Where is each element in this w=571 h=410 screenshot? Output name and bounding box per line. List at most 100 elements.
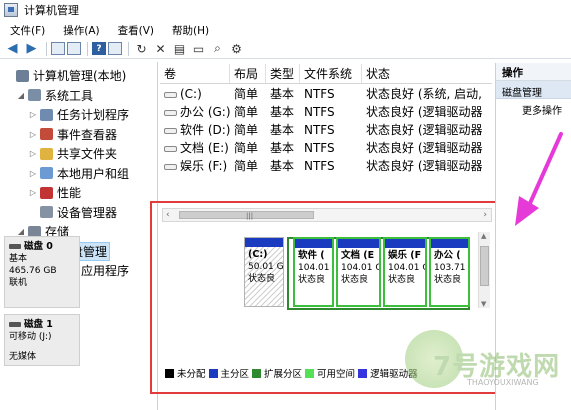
column-filesystem[interactable]: 文件系统 (300, 64, 362, 83)
legend-label: 可用空间 (317, 369, 356, 380)
volume-cell-status: 状态良好 (系统, 启动, (362, 85, 490, 103)
menu-view[interactable]: 查看(V) (108, 23, 162, 38)
partition-software[interactable]: 软件 (104.01 (状态良 (293, 237, 334, 307)
disk-1-state: 无媒体 (9, 352, 37, 362)
shared-folder-icon (40, 147, 53, 160)
expander-icon[interactable]: ▷ (28, 110, 38, 119)
column-type[interactable]: 类型 (266, 64, 300, 83)
show-hide-tree-icon[interactable] (67, 42, 81, 55)
volume-layout-text: 简单 (234, 141, 259, 155)
partition-name: 软件 ( (298, 250, 325, 261)
disk-icon (9, 322, 21, 327)
expander-icon[interactable]: ▷ (28, 130, 38, 139)
horizontal-scrollbar[interactable]: ‹ ||| › (162, 208, 492, 222)
forward-arrow-icon[interactable]: ▶ (23, 41, 40, 56)
legend-label: 扩展分区 (264, 369, 303, 380)
legend-swatch (165, 368, 174, 378)
disk-1-info[interactable]: 磁盘 1 可移动 (J:) 无媒体 (4, 314, 80, 366)
tree-item-3[interactable]: ▷ 事件查看器 (0, 125, 157, 145)
legend-swatch (305, 368, 315, 378)
scroll-up-icon[interactable]: ▲ (481, 232, 486, 240)
partition-entertainment[interactable]: 娱乐 (F 104.01 G 状态良 (383, 237, 427, 307)
tree-item-label: 共享文件夹 (57, 147, 118, 162)
partition-status: 状态良 (298, 275, 326, 285)
disk-map-vertical-scrollbar[interactable]: ▲ ▼ (478, 232, 490, 308)
volume-cell-fs: NTFS (300, 121, 362, 139)
delete-icon[interactable]: ✕ (152, 41, 169, 56)
up-folder-icon[interactable] (51, 42, 65, 55)
menu-file[interactable]: 文件(F) (0, 23, 53, 38)
tree-item-2[interactable]: ▷ 任务计划程序 (0, 105, 157, 125)
volume-row[interactable]: (C:) 简单 基本 NTFS 状态良好 (系统, 启动, (160, 85, 490, 103)
tree-item-6[interactable]: ▷ 性能 (0, 183, 157, 203)
back-arrow-icon[interactable]: ◀ (4, 41, 21, 56)
volume-status-text: 状态良好 (逻辑驱动器 (366, 105, 483, 119)
expander-icon[interactable]: ◢ (16, 91, 26, 100)
volume-cell-status: 状态良好 (逻辑驱动器 (362, 157, 490, 175)
partition-size: 104.01 G (388, 263, 425, 273)
more-actions-item[interactable]: 更多操作 (496, 99, 571, 120)
tree-item-4[interactable]: ▷ 共享文件夹 (0, 144, 157, 164)
scrollbar-thumb[interactable]: ||| (179, 211, 314, 220)
help-icon[interactable]: ? (92, 42, 106, 55)
tree-item-0[interactable]: 计算机管理(本地) (0, 66, 157, 86)
menu-help[interactable]: 帮助(H) (162, 23, 217, 38)
scroll-right-icon[interactable]: › (483, 209, 487, 221)
expander-icon[interactable]: ▷ (28, 169, 38, 178)
refresh-icon[interactable]: ↻ (133, 41, 150, 56)
scroll-down-icon[interactable]: ▼ (481, 300, 486, 308)
search-icon[interactable]: ⌕ (209, 41, 226, 56)
properties-icon[interactable]: ▤ (171, 41, 188, 56)
expander-icon[interactable]: ▷ (28, 188, 38, 197)
volume-cell-fs: NTFS (300, 103, 362, 121)
column-status[interactable]: 状态 (362, 64, 492, 83)
column-volume[interactable]: 卷 (160, 64, 230, 83)
tree-item-5[interactable]: ▷ 本地用户和组 (0, 164, 157, 184)
scrollbar-thumb[interactable] (480, 246, 489, 286)
volume-row[interactable]: 娱乐 (F:) 简单 基本 NTFS 状态良好 (逻辑驱动器 (160, 157, 490, 175)
tree-item-label: 事件查看器 (57, 127, 118, 142)
expander-icon[interactable]: ▷ (28, 149, 38, 158)
legend-label: 未分配 (177, 369, 206, 380)
settings-icon[interactable]: ⚙ (228, 41, 245, 56)
device-manager-icon (40, 206, 53, 219)
disk-1-name: 磁盘 1 (24, 319, 53, 330)
tree-item-label: 设备管理器 (57, 205, 118, 220)
volume-row[interactable]: 办公 (G:) 简单 基本 NTFS 状态良好 (逻辑驱动器 (160, 103, 490, 121)
tree-item-1[interactable]: ◢ 系统工具 (0, 86, 157, 106)
volume-type-text: 基本 (270, 159, 295, 173)
partition-legend: 未分配 主分区 扩展分区 可用空间 逻辑驱动器 (162, 366, 418, 380)
volume-name-text: 文档 (E:) (180, 141, 229, 155)
tree-item-label: 性能 (57, 186, 82, 201)
partition-documents[interactable]: 文档 (E 104.01 G 状态良 (336, 237, 381, 307)
scroll-left-icon[interactable]: ‹ (166, 209, 170, 221)
volume-cell-type: 基本 (266, 139, 300, 157)
legend-swatch (252, 368, 262, 378)
column-layout[interactable]: 布局 (230, 64, 266, 83)
partition-office[interactable]: 办公 (103.71 (状态良 (429, 237, 470, 307)
expander-icon[interactable]: ◢ (16, 227, 26, 236)
partition-name: 办公 ( (434, 250, 461, 261)
volume-icon (164, 127, 177, 134)
partition-size: 50.01 G (248, 262, 283, 272)
partition-size: 103.71 ( (434, 263, 468, 273)
disk-0-info[interactable]: 磁盘 0 基本 465.76 GB 联机 (4, 236, 80, 308)
menu-action[interactable]: 操作(A) (53, 23, 107, 38)
volume-name-text: (C:) (180, 87, 202, 101)
tree-item-7[interactable]: 设备管理器 (0, 203, 157, 223)
volume-cell-name: (C:) (160, 85, 230, 103)
toolbar-separator (46, 41, 47, 56)
volume-row[interactable]: 软件 (D:) 简单 基本 NTFS 状态良好 (逻辑驱动器 (160, 121, 490, 139)
volume-cell-name: 文档 (E:) (160, 139, 230, 157)
disk-0-name: 磁盘 0 (24, 241, 53, 252)
actions-section-disk-management[interactable]: 磁盘管理 (496, 81, 571, 99)
partition-name: 文档 (E (341, 250, 375, 261)
action-pane-icon[interactable] (108, 42, 122, 55)
partition-c[interactable]: (C:) 50.01 G 状态良 (244, 237, 284, 307)
tree-item-label: 系统工具 (45, 88, 94, 103)
volume-cell-layout: 简单 (230, 121, 266, 139)
open-folder-icon[interactable]: ▭ (190, 41, 207, 56)
volume-row[interactable]: 文档 (E:) 简单 基本 NTFS 状态良好 (逻辑驱动器 (160, 139, 490, 157)
volume-cell-layout: 简单 (230, 157, 266, 175)
volume-fs-text: NTFS (304, 105, 335, 119)
